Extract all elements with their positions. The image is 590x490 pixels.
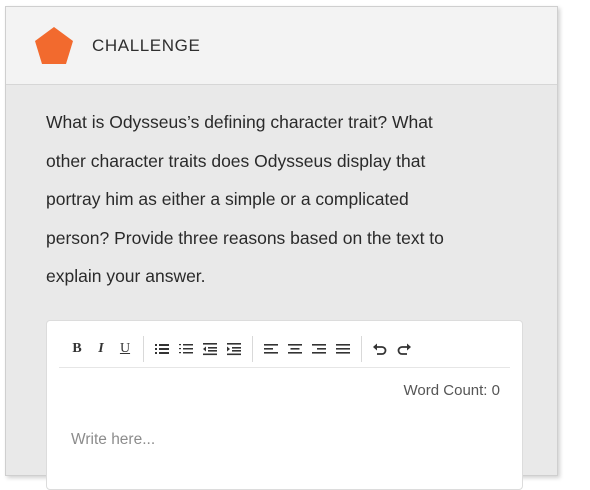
justify-icon: [336, 344, 350, 354]
bold-button[interactable]: B: [66, 338, 88, 360]
prompt-line: other character traits does Odysseus dis…: [46, 150, 426, 171]
align-left-button[interactable]: [260, 338, 282, 360]
align-center-button[interactable]: [284, 338, 306, 360]
undo-button[interactable]: [369, 338, 391, 360]
answer-input[interactable]: Write here...: [71, 431, 155, 449]
align-center-icon: [288, 344, 302, 354]
align-right-button[interactable]: [308, 338, 330, 360]
prompt-line: What is Odysseus’s defining character tr…: [46, 112, 433, 132]
challenge-card: CHALLENGE What is Odysseus’s defining ch…: [5, 6, 558, 490]
challenge-header: CHALLENGE: [6, 7, 557, 85]
underline-button[interactable]: U: [114, 338, 136, 360]
bullet-list-button[interactable]: [151, 338, 173, 360]
outdent-icon: [203, 343, 217, 356]
prompt-line: portray him as either a simple or a comp…: [46, 189, 409, 209]
italic-button[interactable]: I: [90, 338, 112, 360]
indent-button[interactable]: [223, 338, 245, 360]
challenge-title: CHALLENGE: [92, 35, 201, 55]
prompt-line: explain your answer.: [46, 266, 206, 286]
history-group: [361, 336, 422, 362]
pentagon-icon: [35, 26, 73, 64]
indent-icon: [227, 343, 241, 356]
challenge-prompt: What is Odysseus’s defining character tr…: [46, 103, 516, 296]
numbered-list-icon: [179, 344, 193, 354]
alignment-group: [252, 336, 361, 362]
align-right-icon: [312, 344, 326, 354]
undo-icon: [373, 343, 387, 355]
align-left-icon: [264, 344, 278, 354]
numbered-list-button[interactable]: [175, 338, 197, 360]
bullet-list-icon: [155, 344, 169, 354]
redo-button[interactable]: [393, 338, 415, 360]
redo-icon: [397, 343, 411, 355]
list-group: [143, 336, 252, 362]
editor-toolbar: B I U: [59, 331, 510, 368]
word-count: Word Count: 0: [403, 382, 500, 399]
prompt-line: person? Provide three reasons based on t…: [46, 227, 444, 248]
text-format-group: B I U: [59, 336, 143, 362]
outdent-button[interactable]: [199, 338, 221, 360]
justify-button[interactable]: [332, 338, 354, 360]
answer-editor: B I U Word Count: 0 Write here...: [46, 320, 523, 490]
